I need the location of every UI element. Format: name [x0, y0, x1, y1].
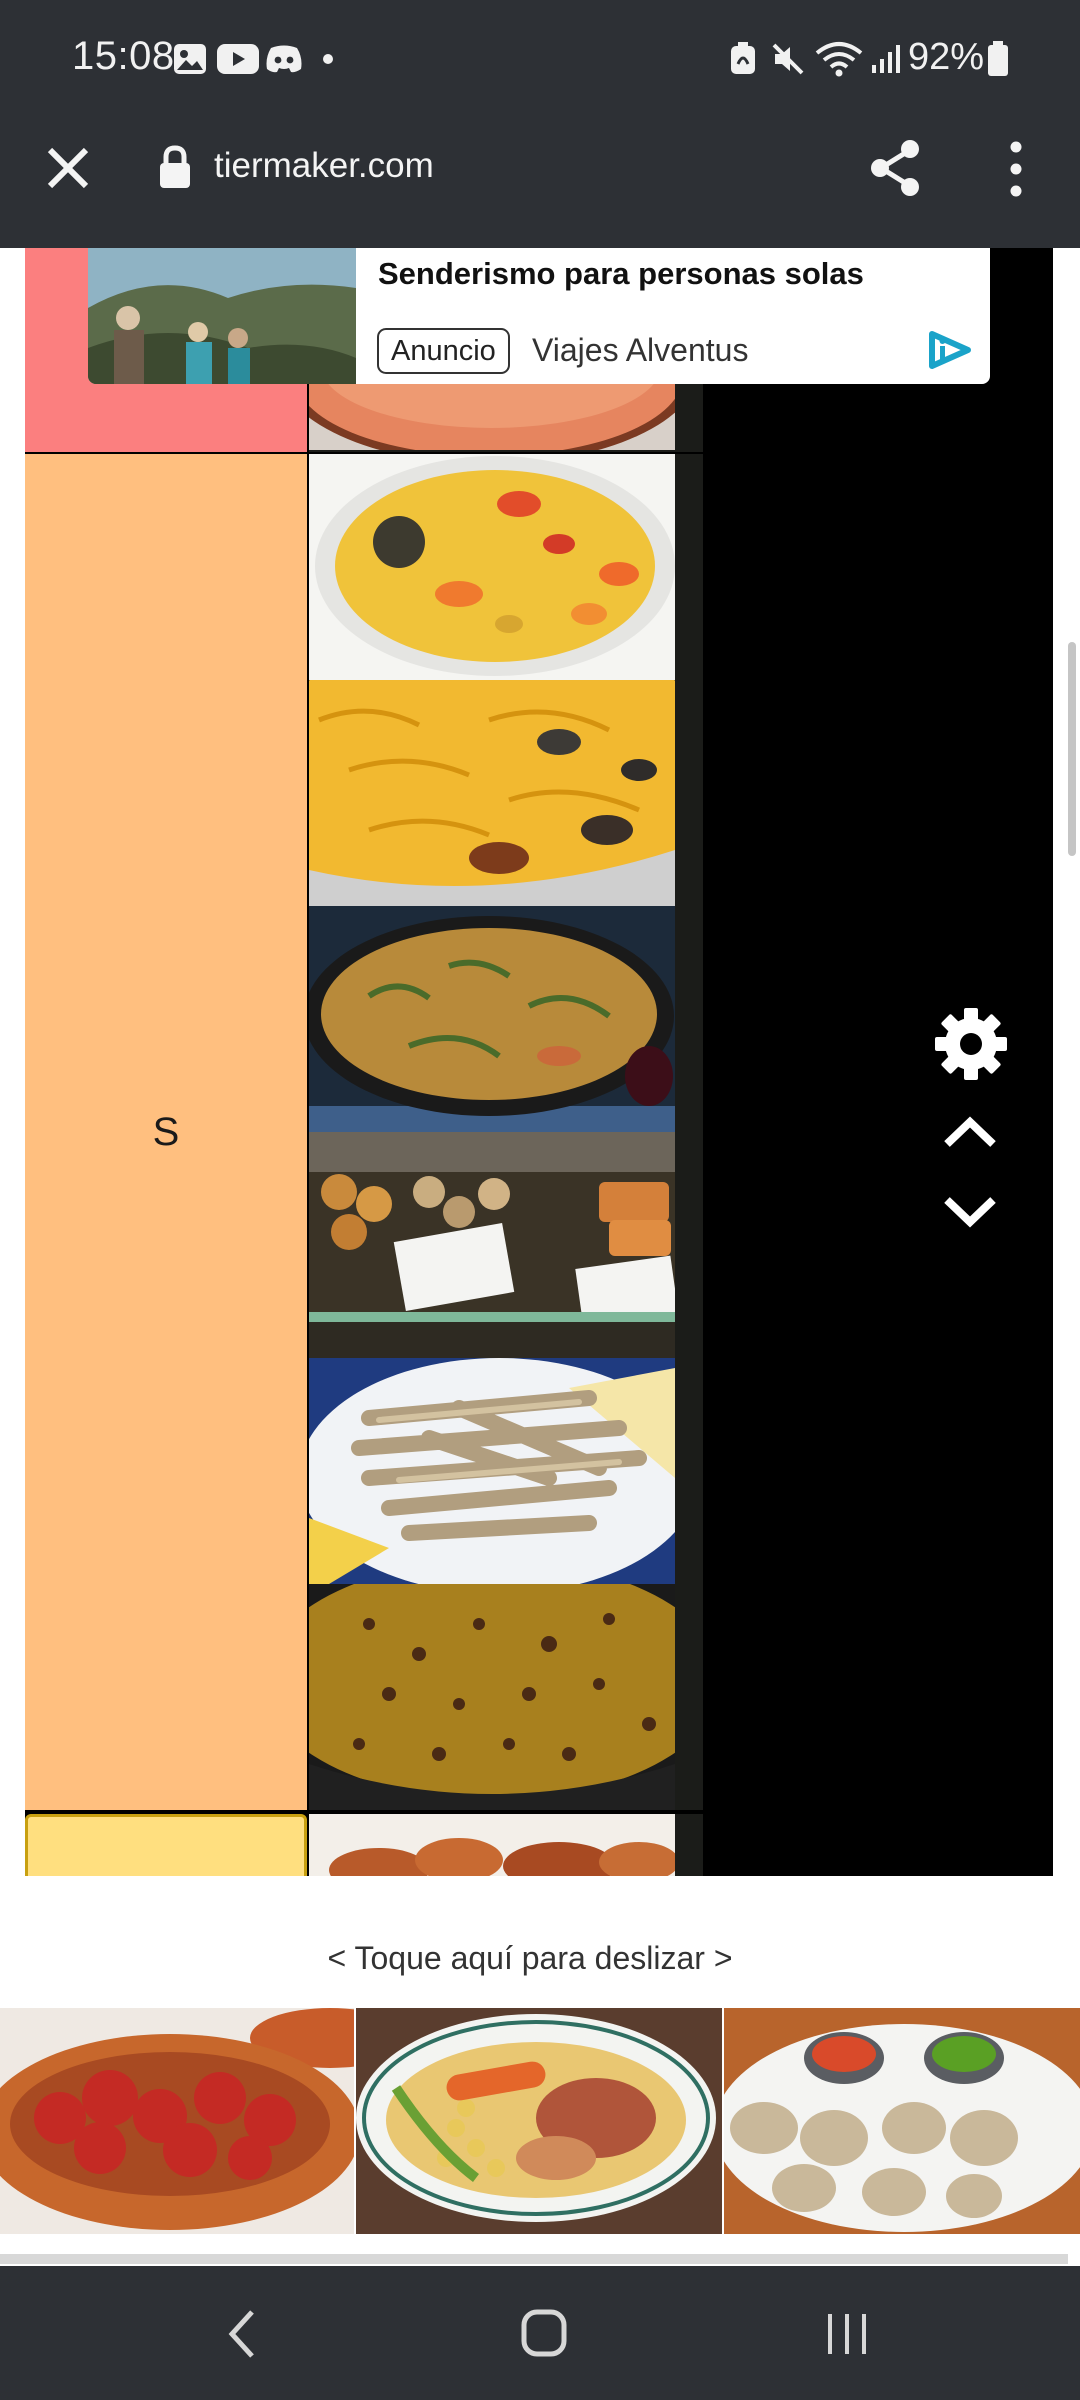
gear-icon[interactable]: [933, 1006, 1009, 1082]
signal-icon: [868, 42, 904, 76]
tray-item-cocido-madrileno[interactable]: [356, 2008, 722, 2234]
ad-advertiser[interactable]: Viajes Alventus: [532, 332, 748, 369]
food-item-boquerones-fritos[interactable]: [309, 1358, 675, 1584]
chevron-up-icon[interactable]: [941, 1114, 999, 1150]
dot-icon: [318, 42, 338, 76]
tier-s-items: [309, 454, 703, 1810]
tier-list: S: [25, 248, 1053, 1876]
tier-s-controls: [881, 454, 1053, 1810]
youtube-icon: [216, 42, 260, 76]
close-icon[interactable]: [44, 144, 92, 192]
gallery-icon: [172, 42, 208, 76]
tier-2-controls: [881, 1814, 1053, 1876]
more-vert-icon[interactable]: [1004, 140, 1028, 198]
ad-badge: Anuncio: [377, 328, 510, 374]
swipe-hint[interactable]: < Toque aquí para deslizar >: [0, 1940, 1060, 1977]
food-item-fried-bites[interactable]: [309, 1814, 675, 1876]
tray-item-papas-arrugadas[interactable]: [714, 2008, 1080, 2234]
food-item-arroz-negro-ahumado[interactable]: [309, 1584, 675, 1810]
food-item-arroz-caldoso[interactable]: [309, 454, 675, 680]
back-icon[interactable]: [226, 2308, 258, 2360]
lock-icon: [158, 144, 192, 192]
mute-icon: [768, 42, 808, 76]
food-item-fideua[interactable]: [309, 680, 675, 906]
tier-s-label: S: [152, 1109, 180, 1154]
chevron-down-icon[interactable]: [941, 1194, 999, 1230]
tray-scrollbar[interactable]: [0, 2254, 1068, 2264]
tray-item-chorizo-al-vino[interactable]: [0, 2008, 410, 2234]
tier-2-items: [309, 1814, 703, 1876]
recents-icon[interactable]: [824, 2312, 870, 2356]
share-icon[interactable]: [866, 138, 926, 200]
tier-s-label-cell[interactable]: S: [25, 454, 307, 1810]
home-icon[interactable]: [520, 2308, 568, 2358]
food-item-croquetas-vitrina[interactable]: [309, 1132, 675, 1358]
battery-percentage: 92%: [908, 36, 985, 78]
page-scrollbar-thumb[interactable]: [1068, 642, 1076, 856]
battery-icon: [984, 41, 1012, 76]
tier-2-label-cell[interactable]: [25, 1814, 307, 1876]
status-time: 15:08: [72, 34, 175, 78]
ad-choices-icon[interactable]: [926, 330, 974, 370]
ad-image: [88, 248, 356, 384]
ad-title[interactable]: Senderismo para personas solas: [378, 256, 864, 292]
discord-icon: [264, 42, 304, 76]
wifi-icon: [814, 42, 864, 77]
unranked-items-tray[interactable]: [0, 2008, 1080, 2234]
url-text[interactable]: tiermaker.com: [214, 146, 434, 186]
battery-saver-icon: [726, 42, 760, 76]
food-item-paella-verduras[interactable]: [309, 906, 675, 1132]
